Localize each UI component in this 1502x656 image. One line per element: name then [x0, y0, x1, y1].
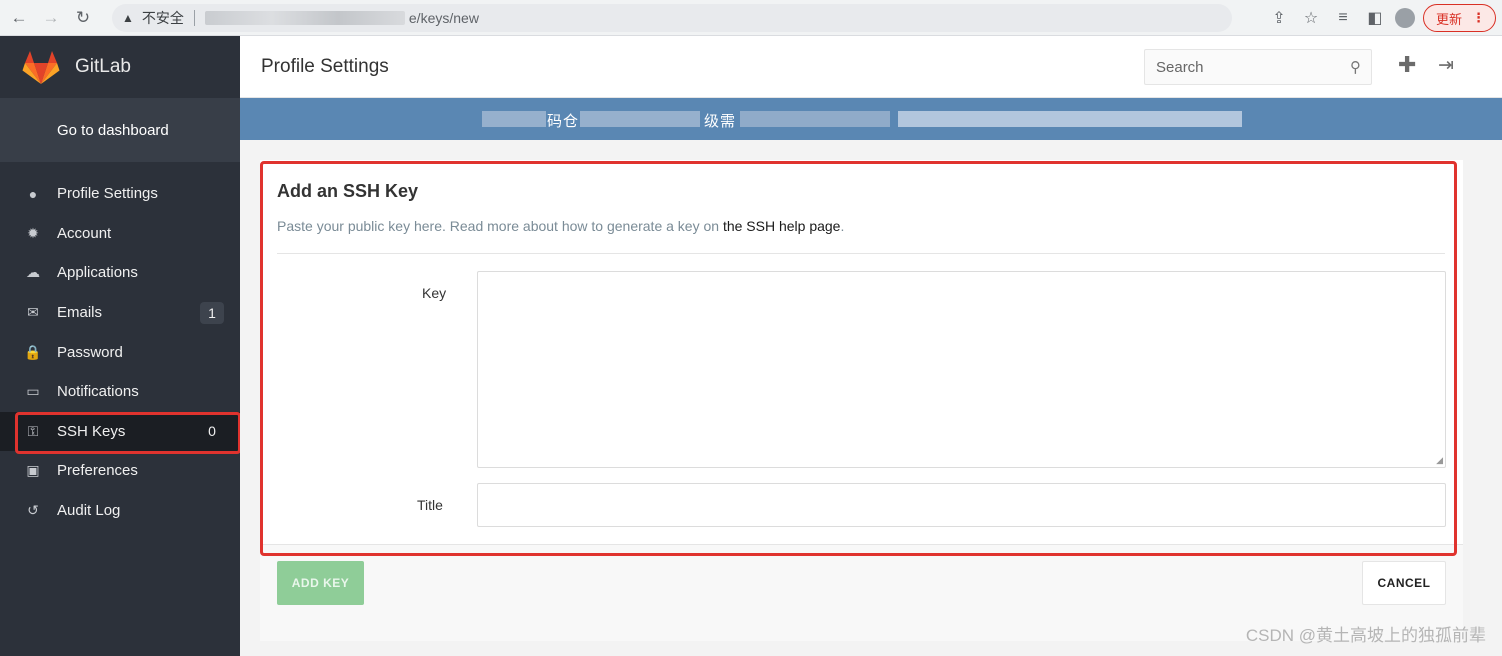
form-title: Add an SSH Key — [277, 181, 419, 201]
page-header: Profile Settings Search ⚲ ✚ ⇥ — [240, 36, 1502, 98]
user-icon: ● — [28, 185, 38, 202]
reload-icon[interactable]: ↻ — [70, 5, 96, 31]
banner-text-2: 级需 — [704, 113, 737, 130]
sidebar-item-label: Preferences — [57, 462, 138, 480]
reading-list-icon[interactable]: ≡ — [1327, 9, 1359, 27]
brand[interactable]: GitLab — [0, 36, 240, 98]
search-icon[interactable]: ⚲ — [1350, 58, 1361, 76]
resize-handle-icon[interactable]: ◢ — [1436, 455, 1443, 466]
gear-icon: ✹ — [27, 224, 39, 241]
sidebar: GitLab Go to dashboard ● Profile Settings… — [0, 36, 240, 656]
sidebar-nav: ● Profile Settings ✹ Account ☁ Applications ✉ E… — [0, 174, 240, 530]
address-bar[interactable]: ▲ 不安全 e/keys/new — [112, 4, 1232, 32]
plus-icon[interactable]: ✚ — [1398, 52, 1416, 78]
banner-text-1: 码仓 — [547, 113, 580, 130]
sidebar-item-notifications[interactable]: ▭ Notifications — [0, 372, 240, 412]
form-description: Paste your public key here. Read more ab… — [277, 218, 845, 234]
inbox-icon: ▭ — [26, 383, 40, 400]
sidebar-item-label: Password — [57, 343, 123, 361]
gitlab-logo-icon — [22, 51, 60, 84]
forward-icon[interactable]: → — [38, 5, 64, 31]
add-key-button[interactable]: ADD KEY — [277, 561, 364, 605]
history-icon: ↺ — [27, 502, 39, 519]
sidebar-item-profile-settings[interactable]: ● Profile Settings — [0, 174, 240, 214]
page-title: Profile Settings — [261, 56, 389, 77]
title-label: Title — [417, 497, 443, 513]
sidebar-item-label: Profile Settings — [57, 185, 158, 203]
warning-icon: ▲ — [122, 11, 134, 25]
count-badge: 1 — [200, 301, 224, 324]
sidebar-item-label: Notifications — [57, 383, 139, 401]
sidebar-item-account[interactable]: ✹ Account — [0, 214, 240, 254]
sidebar-item-preferences[interactable]: ▣ Preferences — [0, 451, 240, 491]
watermark: CSDN @黄土高坡上的独孤前辈 — [1245, 626, 1486, 645]
image-icon: ▣ — [26, 462, 40, 479]
sidebar-item-ssh-keys[interactable]: ⚿ SSH Keys 0 — [0, 411, 240, 452]
sidebar-item-label: Applications — [57, 264, 138, 282]
side-panel-icon[interactable]: ◧ — [1359, 8, 1391, 28]
url-text: e/keys/new — [408, 10, 479, 26]
update-button[interactable]: 更新 ⋮ — [1422, 4, 1496, 32]
cloud-icon: ☁ — [26, 264, 40, 281]
sidebar-item-label: SSH Keys — [57, 422, 126, 440]
sidebar-item-label: Account — [57, 224, 112, 242]
profile-avatar-icon[interactable] — [1394, 8, 1415, 28]
sidebar-item-emails[interactable]: ✉ Emails 1 — [0, 293, 240, 333]
browser-toolbar: ← → ↻ ▲ 不安全 e/keys/new ⇪ ☆ ≡ ◧ 更新 ⋮ — [0, 0, 1502, 36]
go-to-dashboard-link[interactable]: Go to dashboard — [0, 98, 240, 162]
count-badge: 0 — [208, 423, 216, 440]
broadcast-banner: 码仓 级需 — [240, 98, 1502, 140]
sidebar-item-label: Emails — [57, 304, 103, 322]
search-input[interactable]: Search ⚲ — [1144, 49, 1372, 85]
cancel-button[interactable]: CANCEL — [1362, 561, 1446, 605]
title-input[interactable] — [477, 483, 1446, 527]
sidebar-item-password[interactable]: 🔒 Password — [0, 332, 240, 372]
key-label: Key — [422, 285, 447, 301]
bookmark-star-icon[interactable]: ☆ — [1295, 8, 1327, 28]
key-textarea[interactable]: ◢ — [477, 271, 1446, 468]
lock-icon: 🔒 — [24, 343, 42, 360]
main-content: Add an SSH Key Paste your public key her… — [240, 140, 1502, 656]
key-icon: ⚿ — [27, 422, 39, 439]
back-icon[interactable]: ← — [6, 5, 32, 31]
sidebar-item-applications[interactable]: ☁ Applications — [0, 253, 240, 293]
security-label: 不安全 — [141, 10, 184, 26]
add-ssh-key-form: Add an SSH Key Paste your public key her… — [260, 160, 1463, 641]
ssh-help-link[interactable]: the SSH help page — [723, 218, 841, 234]
brand-name: GitLab — [75, 56, 131, 77]
search-placeholder: Search — [1156, 59, 1204, 76]
share-icon[interactable]: ⇪ — [1263, 8, 1295, 28]
more-menu-icon: ⋮ — [1472, 10, 1485, 25]
divider — [277, 253, 1445, 254]
sidebar-item-label: Audit Log — [57, 502, 121, 520]
redacted-url — [204, 11, 405, 25]
sidebar-item-audit-log[interactable]: ↺ Audit Log — [0, 491, 240, 531]
sign-out-icon[interactable]: ⇥ — [1438, 54, 1454, 77]
envelope-icon: ✉ — [27, 304, 39, 321]
